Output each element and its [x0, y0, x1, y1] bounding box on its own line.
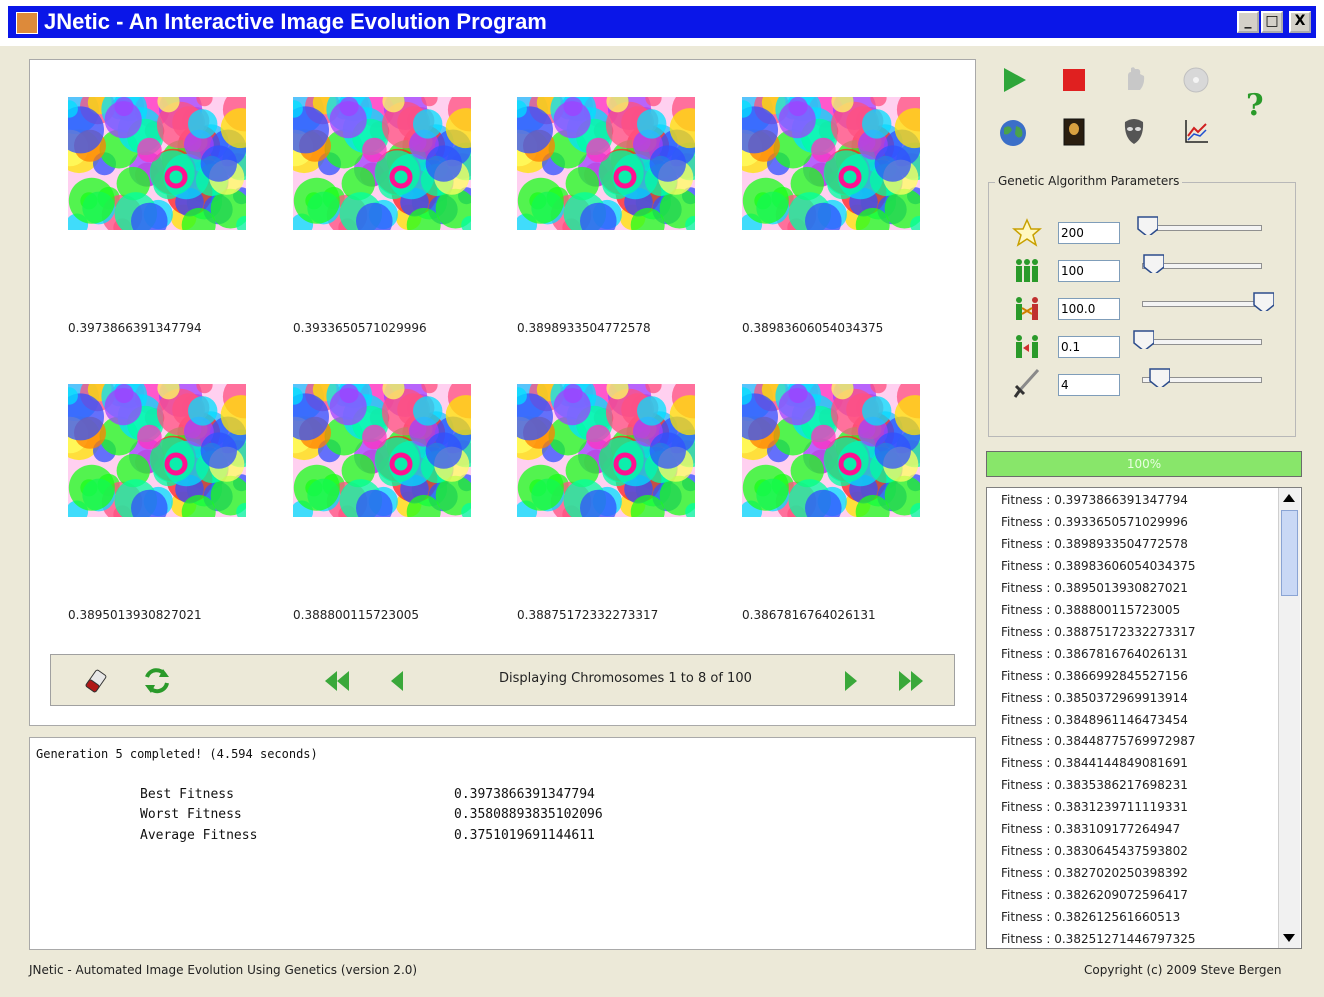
crossover-rate-slider[interactable]	[1142, 301, 1262, 307]
chromosome-fitness-label: 0.38983606054034375	[742, 321, 884, 335]
fitness-list-item[interactable]: Fitness : 0.3826209072596417	[1001, 888, 1188, 902]
fitness-list-item[interactable]: Fitness : 0.3866992845527156	[1001, 669, 1188, 683]
chromosome-image[interactable]	[293, 97, 471, 230]
fitness-list-item[interactable]: Fitness : 0.3867816764026131	[1001, 647, 1188, 661]
chromosome-image[interactable]	[293, 384, 471, 517]
mutation-rate-input[interactable]	[1058, 336, 1120, 358]
population-icon	[1016, 259, 1038, 282]
chromosome-fitness-label: 0.3973866391347794	[68, 321, 202, 335]
chromosome-image[interactable]	[517, 97, 695, 230]
worst-fitness-value: 0.35808893835102096	[454, 807, 603, 822]
fitness-list-item[interactable]: Fitness : 0.3830645437593802	[1001, 844, 1188, 858]
fitness-list-item[interactable]: Fitness : 0.38251271446797325	[1001, 932, 1195, 946]
elitism-input[interactable]	[1058, 374, 1120, 396]
chromosome-range-label: Displaying Chromosomes 1 to 8 of 100	[499, 671, 752, 686]
mutation-rate-slider-thumb[interactable]	[1132, 329, 1155, 349]
eraser-icon[interactable]	[81, 667, 111, 697]
fitness-list-scrollbar[interactable]	[1278, 488, 1300, 948]
footer-app-description: JNetic - Automated Image Evolution Using…	[29, 963, 418, 977]
fitness-list-item[interactable]: Fitness : 0.3831239711119331	[1001, 800, 1188, 814]
help-icon[interactable]: ?	[1246, 88, 1264, 123]
generation-status-message: Generation 5 completed! (4.594 seconds)	[36, 747, 318, 761]
chromosome-image[interactable]	[68, 97, 246, 230]
average-fitness-label: Average Fitness	[140, 828, 258, 843]
fitness-list-item[interactable]: Fitness : 0.383109177264947	[1001, 822, 1180, 836]
mutation-icon	[1016, 335, 1038, 358]
refresh-icon[interactable]	[141, 665, 173, 697]
minimize-button[interactable]: _	[1237, 11, 1259, 33]
chromosome-fitness-label: 0.3933650571029996	[293, 321, 427, 335]
fitness-list-item[interactable]: Fitness : 0.3848961146473454	[1001, 713, 1188, 727]
generation-progress-bar: 100%	[986, 451, 1302, 477]
first-page-icon[interactable]	[323, 669, 353, 693]
star-icon	[1012, 218, 1042, 247]
chart-icon[interactable]	[1182, 118, 1210, 146]
population-size-input[interactable]	[1058, 260, 1120, 282]
disc-icon[interactable]	[1182, 66, 1210, 94]
java-app-icon[interactable]	[16, 12, 38, 34]
stop-icon[interactable]	[1060, 66, 1088, 94]
play-icon[interactable]	[1000, 66, 1028, 94]
fitness-list-item[interactable]: Fitness : 0.3895013930827021	[1001, 581, 1188, 595]
scrollbar-thumb[interactable]	[1281, 510, 1298, 596]
population-size-slider-thumb[interactable]	[1142, 253, 1165, 273]
footer-copyright: Copyright (c) 2009 Steve Bergen	[1084, 963, 1282, 977]
generations-slider-thumb[interactable]	[1136, 215, 1159, 235]
crossover-rate-slider-thumb[interactable]	[1252, 291, 1274, 311]
chromosome-fitness-label: 0.3895013930827021	[68, 608, 202, 622]
fitness-list-item[interactable]: Fitness : 0.3973866391347794	[1001, 493, 1188, 507]
fitness-list-item[interactable]: Fitness : 0.388800115723005	[1001, 603, 1180, 617]
fitness-list-item[interactable]: Fitness : 0.3850372969913914	[1001, 691, 1188, 705]
chromosome-fitness-label: 0.3867816764026131	[742, 608, 876, 622]
fitness-list-item[interactable]: Fitness : 0.3898933504772578	[1001, 537, 1188, 551]
previous-page-icon[interactable]	[387, 669, 407, 693]
fitness-list-item[interactable]: Fitness : 0.38448775769972987	[1001, 734, 1195, 748]
chromosome-fitness-label: 0.3898933504772578	[517, 321, 651, 335]
elitism-slider-thumb[interactable]	[1148, 367, 1171, 387]
crossover-rate-input[interactable]	[1058, 298, 1120, 320]
fitness-list-item[interactable]: Fitness : 0.3827020250398392	[1001, 866, 1188, 880]
fitness-list-item[interactable]: Fitness : 0.3835386217698231	[1001, 778, 1188, 792]
last-page-icon[interactable]	[895, 669, 925, 693]
scroll-up-icon[interactable]	[1282, 492, 1296, 504]
fitness-list-item[interactable]: Fitness : 0.3844144849081691	[1001, 756, 1188, 770]
scroll-down-icon[interactable]	[1282, 932, 1296, 944]
ga-parameters-legend: Genetic Algorithm Parameters	[995, 174, 1183, 188]
gallery-navigation-bar: Displaying Chromosomes 1 to 8 of 100	[50, 654, 955, 706]
next-page-icon[interactable]	[841, 669, 861, 693]
fitness-list-item[interactable]: Fitness : 0.38875172332273317	[1001, 625, 1195, 639]
average-fitness-value: 0.3751019691144611	[454, 828, 595, 843]
chromosome-image[interactable]	[742, 97, 920, 230]
mask-icon[interactable]	[1120, 116, 1148, 148]
window-title-bar: JNetic - An Interactive Image Evolution …	[0, 0, 1324, 46]
fitness-list-item[interactable]: Fitness : 0.382612561660513	[1001, 910, 1180, 924]
fitness-list-item[interactable]: Fitness : 0.38983606054034375	[1001, 559, 1195, 573]
chromosome-image[interactable]	[68, 384, 246, 517]
maximize-button[interactable]: □	[1261, 11, 1283, 33]
chromosome-fitness-label: 0.38875172332273317	[517, 608, 659, 622]
fitness-list[interactable]: Fitness : 0.3973866391347794 Fitness : 0.…	[986, 487, 1302, 949]
sword-icon	[1013, 368, 1040, 398]
chromosome-image[interactable]	[742, 384, 920, 517]
best-fitness-label: Best Fitness	[140, 787, 234, 802]
globe-icon[interactable]	[998, 118, 1028, 148]
chromosome-fitness-label: 0.388800115723005	[293, 608, 419, 622]
crossover-icon	[1016, 297, 1038, 320]
mutation-rate-slider[interactable]	[1142, 339, 1262, 345]
generation-stats-panel: Generation 5 completed! (4.594 seconds) …	[29, 737, 976, 950]
close-button[interactable]: X	[1289, 11, 1311, 33]
worst-fitness-label: Worst Fitness	[140, 807, 242, 822]
portrait-icon[interactable]	[1060, 116, 1088, 148]
hand-icon[interactable]	[1120, 64, 1150, 94]
chromosome-image[interactable]	[517, 384, 695, 517]
generations-input[interactable]	[1058, 222, 1120, 244]
fitness-list-item[interactable]: Fitness : 0.3933650571029996	[1001, 515, 1188, 529]
best-fitness-value: 0.3973866391347794	[454, 787, 595, 802]
window-title: JNetic - An Interactive Image Evolution …	[44, 9, 547, 34]
generations-slider[interactable]	[1142, 225, 1262, 231]
